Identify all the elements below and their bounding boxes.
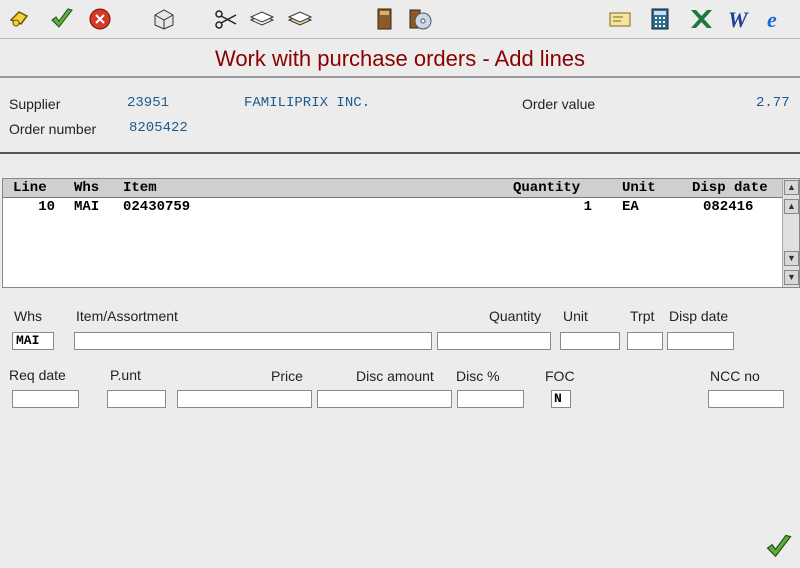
page-title: Work with purchase orders - Add lines — [214, 46, 586, 71]
disp-date-input[interactable] — [667, 332, 734, 350]
col-disp-date[interactable]: Disp date — [692, 180, 768, 196]
calculator-icon[interactable] — [646, 5, 674, 33]
req-date-input[interactable] — [12, 390, 79, 408]
order-value: 2.77 — [756, 95, 790, 111]
check-icon[interactable] — [48, 5, 76, 33]
order-value-label: Order value — [522, 96, 596, 112]
excel-icon[interactable] — [686, 5, 714, 33]
row-whs: MAI — [74, 199, 100, 215]
order-lines-grid[interactable]: Line Whs Item Quantity Unit Disp date 10… — [2, 178, 800, 288]
col-line[interactable]: Line — [13, 180, 47, 196]
row-item: 02430759 — [123, 199, 191, 215]
scroll-top-button[interactable]: ▲ — [784, 180, 799, 195]
col-unit[interactable]: Unit — [622, 180, 656, 196]
header-divider — [0, 152, 800, 154]
scroll-down-button[interactable]: ▼ — [784, 251, 799, 266]
quantity-input[interactable] — [437, 332, 551, 350]
item-input[interactable] — [74, 332, 432, 350]
disp-date-label: Disp date — [669, 308, 729, 324]
key-icon[interactable] — [6, 5, 34, 33]
grid-header: Line Whs Item Quantity Unit Disp date — [3, 179, 783, 198]
scroll-up-button[interactable]: ▲ — [784, 199, 799, 214]
ncc-label: NCC no — [710, 368, 760, 384]
word-icon[interactable]: W — [724, 5, 752, 33]
ncc-input[interactable] — [708, 390, 784, 408]
disc-amount-label: Disc amount — [356, 368, 434, 384]
disc-amount-input[interactable] — [317, 390, 452, 408]
confirm-check-icon[interactable] — [764, 532, 794, 562]
quantity-label: Quantity — [489, 308, 542, 324]
whs-label: Whs — [14, 308, 42, 324]
trpt-input[interactable] — [627, 332, 663, 350]
cd-icon[interactable] — [406, 5, 434, 33]
browser-icon[interactable]: e — [762, 5, 790, 33]
col-quantity[interactable]: Quantity — [513, 180, 580, 196]
scissors-icon[interactable] — [212, 5, 240, 33]
grid-scrollbar[interactable]: ▲ ▲ ▼ ▼ — [782, 179, 799, 287]
unit-input[interactable] — [560, 332, 620, 350]
row-unit: EA — [622, 199, 639, 215]
req-date-label: Req date — [9, 367, 66, 383]
order-number: 8205422 — [129, 120, 188, 136]
disc-pct-input[interactable] — [457, 390, 524, 408]
mail-icon[interactable] — [606, 5, 634, 33]
supplier-label: Supplier — [9, 96, 61, 112]
whs-input[interactable]: MAI — [12, 332, 54, 350]
price-input[interactable] — [177, 390, 312, 408]
supplier-code: 23951 — [127, 95, 170, 111]
punt-label: P.unt — [110, 367, 141, 383]
price-label: Price — [271, 368, 303, 384]
foc-input[interactable]: N — [551, 390, 571, 408]
unit-label: Unit — [563, 308, 588, 324]
foc-label: FOC — [545, 368, 575, 384]
table-row[interactable]: 10 MAI 02430759 1 EA 082416 — [3, 198, 783, 216]
book-icon[interactable] — [370, 5, 398, 33]
box-icon[interactable] — [150, 5, 178, 33]
cancel-icon[interactable] — [86, 5, 114, 33]
disc-pct-label: Disc % — [456, 368, 500, 384]
item-label: Item/Assortment — [76, 308, 178, 324]
toolbar: W e — [0, 0, 800, 39]
row-line: 10 — [38, 199, 55, 215]
row-disp-date: 082416 — [703, 199, 754, 215]
trpt-label: Trpt — [630, 308, 655, 324]
copy-icon[interactable] — [248, 5, 276, 33]
col-whs[interactable]: Whs — [74, 180, 99, 196]
punt-input[interactable] — [107, 390, 166, 408]
svg-text:e: e — [767, 7, 777, 32]
svg-text:W: W — [728, 7, 749, 32]
scroll-bottom-button[interactable]: ▼ — [784, 270, 799, 285]
title-divider — [0, 76, 800, 78]
paste-icon[interactable] — [286, 5, 314, 33]
order-number-label: Order number — [9, 121, 97, 137]
col-item[interactable]: Item — [123, 180, 157, 196]
row-quantity: 1 — [583, 199, 592, 215]
supplier-name: FAMILIPRIX INC. — [244, 95, 371, 111]
